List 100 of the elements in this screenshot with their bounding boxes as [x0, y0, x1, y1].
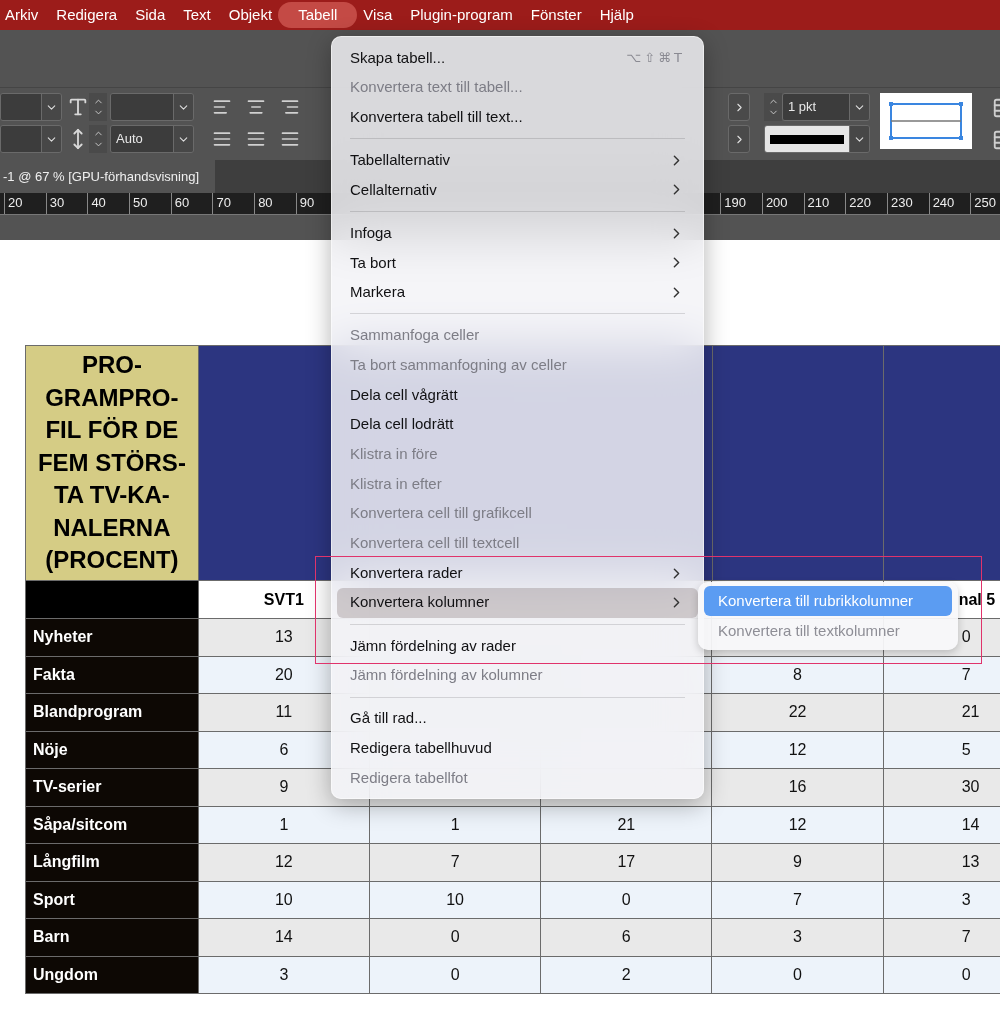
table-preview[interactable] — [880, 93, 972, 149]
table-cell: 7 — [883, 919, 1000, 957]
table-frame-icon — [889, 102, 963, 140]
align-left-icon[interactable] — [212, 97, 232, 117]
table-cell: 10 — [198, 881, 370, 919]
leading-dropdown[interactable]: Auto — [110, 125, 194, 153]
ruler-label: 240 — [932, 195, 955, 210]
ruler-label: 90 — [299, 195, 315, 210]
ruler-label: 190 — [724, 195, 746, 210]
table-cell: 7 — [883, 656, 1000, 694]
ruler-label: 80 — [258, 195, 273, 210]
font-size-icon — [67, 96, 89, 118]
row-header-cell: Nyheter — [26, 619, 199, 657]
table-cell: 16 — [712, 769, 884, 807]
ruler-label: 200 — [765, 195, 788, 210]
menu-bar-item[interactable]: Visa — [361, 2, 395, 28]
table-title: FEM STÖRS- — [37, 447, 186, 478]
ruler-label: 210 — [807, 195, 830, 210]
justify-icon[interactable] — [246, 129, 266, 149]
shortcut-hint: ⌥⇧⌘T — [626, 49, 685, 68]
menu-item[interactable]: Dela cell vågrätt — [337, 380, 698, 410]
table-cell: 0 — [369, 919, 542, 957]
align-center-icon[interactable] — [246, 97, 266, 117]
table-cell: 0 — [541, 881, 713, 919]
table-cell: 6 — [541, 919, 713, 957]
table-title: (PROCENT) — [45, 545, 179, 576]
table-cell: 17 — [541, 844, 713, 882]
row-header-cell: Ungdom — [26, 956, 199, 994]
row-header-cell: TV-serier — [26, 769, 199, 807]
ruler-label: 250 — [974, 195, 996, 210]
ruler-label: 230 — [890, 195, 913, 210]
document-tab[interactable]: -1 @ 67 % [GPU-förhandsvisning] — [0, 160, 215, 193]
table-cell: 0 — [712, 956, 884, 994]
menu-bar-item[interactable]: Hjälp — [597, 2, 636, 28]
table-cell: 21 — [883, 694, 1000, 732]
menu-bar-item[interactable]: Arkiv — [3, 2, 41, 28]
table-cell: 12 — [198, 844, 370, 882]
table-cell: 3 — [198, 956, 370, 994]
ruler-label: 220 — [849, 195, 871, 210]
menu-item[interactable]: Konvertera tabell till text... — [337, 102, 698, 133]
table-title: FIL FÖR DE — [45, 415, 179, 446]
expand-button[interactable] — [728, 93, 750, 121]
table-cell: 22 — [712, 694, 884, 732]
stroke-type-dropdown[interactable] — [764, 125, 870, 153]
row-header-cell: Blandprogram — [26, 694, 199, 732]
table-cell: 12 — [712, 731, 884, 769]
ruler-label: 30 — [49, 195, 65, 210]
table-cell: 1 — [198, 806, 370, 844]
table-cell: 0 — [369, 956, 542, 994]
table-cell: 8 — [712, 656, 884, 694]
align-right-icon[interactable] — [280, 97, 300, 117]
expand-button[interactable] — [728, 125, 750, 153]
table-cell: 5 — [883, 731, 1000, 769]
menu-item[interactable]: Tabellalternativ — [337, 145, 698, 176]
table-cell: 10 — [369, 881, 542, 919]
table-title: PRO- — [81, 350, 142, 381]
row-header-cell: Långfilm — [26, 844, 199, 882]
menu-item[interactable]: Infoga — [337, 218, 698, 248]
ruler-label: 40 — [91, 195, 106, 210]
table-cell: 7 — [712, 881, 884, 919]
menu-bar-item[interactable]: Plugin-program — [408, 2, 515, 28]
menu-item[interactable]: Skapa tabell... ⌥⇧⌘T — [337, 43, 698, 73]
stroke-weight-dropdown[interactable]: 1 pkt — [782, 93, 870, 121]
menu-item[interactable]: Ta bort — [337, 247, 698, 278]
row-header-cell: Fakta — [26, 656, 199, 694]
ruler-label: 60 — [174, 195, 190, 210]
table-cell: 9 — [712, 844, 884, 882]
menu-item[interactable]: Markera — [337, 277, 698, 308]
ruler-label: 70 — [216, 195, 231, 210]
table-cell: 12 — [712, 806, 884, 844]
row-header-cell: Såpa/sitcom — [26, 806, 199, 844]
table-cell: 3 — [883, 881, 1000, 919]
row-header-cell: Nöje — [26, 731, 199, 769]
table-cell: 14 — [198, 919, 370, 957]
menu-bar-item[interactable]: Text — [181, 2, 213, 28]
table-title: NALERNA — [53, 512, 171, 543]
menu-item[interactable]: Cellalternativ — [337, 175, 698, 205]
menu-item[interactable]: Konvertera kolumner — [337, 587, 698, 618]
ruler-label: 50 — [133, 195, 148, 210]
table-title: TA TV-KA- — [53, 480, 170, 511]
menu-bar-item[interactable]: Redigera — [54, 2, 120, 28]
table-cell: 30 — [883, 769, 1000, 807]
row-header-cell: Barn — [26, 919, 199, 957]
table-cell: 14 — [883, 806, 1000, 844]
table-cell: 21 — [541, 806, 713, 844]
menu-bar-item[interactable]: Fönster — [528, 2, 584, 28]
ruler-label: 20 — [8, 195, 23, 210]
row-header-cell: Sport — [26, 881, 199, 919]
justify-icon[interactable] — [280, 129, 300, 149]
table-cell: 7 — [369, 844, 542, 882]
table-cell: 1 — [369, 806, 542, 844]
menu-bar-item[interactable]: Sida — [133, 2, 168, 28]
justify-icon[interactable] — [212, 129, 232, 149]
table-cell: 0 — [883, 956, 1000, 994]
menu-bar-item[interactable]: Objekt — [226, 2, 275, 28]
menu-item[interactable]: Dela cell lodrätt — [337, 409, 698, 440]
menu-bar-item[interactable]: Tabell — [278, 2, 358, 28]
table-cell: 13 — [883, 844, 1000, 882]
table-title: GRAMPRO- — [45, 382, 179, 413]
table-cell: 2 — [541, 956, 713, 994]
